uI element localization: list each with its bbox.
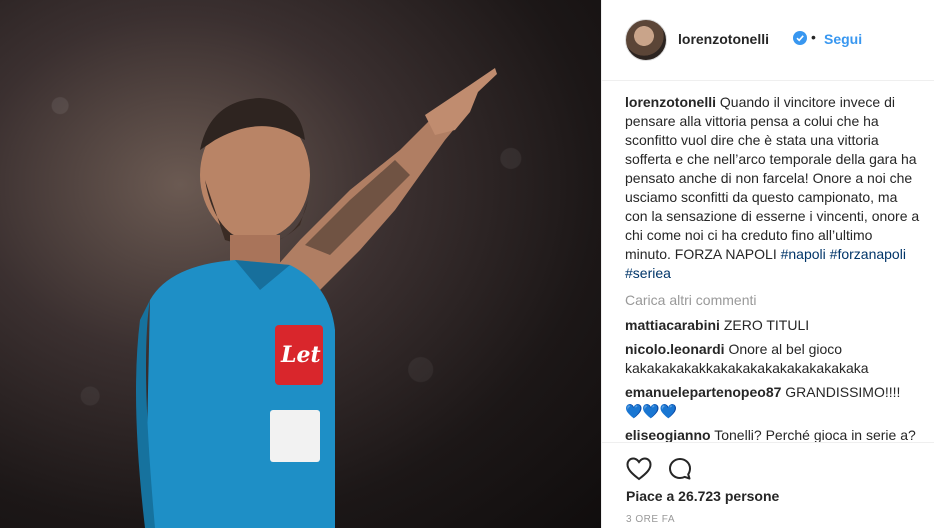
post-side-panel: lorenzotonelli • Segui lorenzotonelli Qu… — [602, 0, 934, 529]
post-photo[interactable]: Let — [0, 0, 601, 528]
player-illustration: Let — [136, 68, 497, 528]
post-actions: Piace a 26.723 persone 3 ORE FA — [602, 442, 934, 529]
post-timestamp[interactable]: 3 ORE FA — [626, 514, 675, 525]
likes-count[interactable]: Piace a 26.723 persone — [626, 488, 779, 504]
author-avatar[interactable] — [625, 19, 667, 61]
hashtag-link[interactable]: #forzanapoli — [830, 246, 906, 262]
hashtag-link[interactable]: #seriea — [625, 265, 671, 281]
comment-text: Tonelli? Perché gioca in serie a? — [714, 427, 916, 443]
comment-username[interactable]: nicolo.leonardi — [625, 341, 725, 357]
comment-username[interactable]: mattiacarabini — [625, 317, 720, 333]
hashtag-link[interactable]: #napoli — [781, 246, 826, 262]
svg-text:Let: Let — [280, 342, 321, 368]
caption-username[interactable]: lorenzotonelli — [625, 94, 716, 110]
comment-username[interactable]: eliseogianno — [625, 427, 711, 443]
verified-badge-icon — [793, 31, 807, 45]
caption-text: Quando il vincitore invece di pensare al… — [625, 94, 920, 262]
comment-item: emanuelepartenopeo87 GRANDISSIMO!!!! 💙💙💙 — [625, 383, 921, 421]
caption: lorenzotonelli Quando il vincitore invec… — [625, 93, 921, 283]
comment-item: nicolo.leonardi Onore al bel gioco kakak… — [625, 340, 921, 378]
instagram-post: Let lorenzotonelli • Segui lorenzotonell… — [0, 0, 934, 529]
heart-icon[interactable] — [626, 457, 652, 481]
header-separator: • — [811, 29, 816, 45]
load-more-comments[interactable]: Carica altri commenti — [625, 291, 921, 310]
comment-icon[interactable] — [668, 457, 692, 481]
comment-item: mattiacarabini ZERO TITULI — [625, 316, 921, 335]
post-header: lorenzotonelli • Segui — [602, 0, 934, 81]
follow-button[interactable]: Segui — [824, 31, 862, 47]
author-username[interactable]: lorenzotonelli — [678, 31, 769, 47]
comment-text: ZERO TITULI — [723, 317, 810, 333]
comments-list: lorenzotonelli Quando il vincitore invec… — [625, 93, 921, 450]
comment-username[interactable]: emanuelepartenopeo87 — [625, 384, 781, 400]
